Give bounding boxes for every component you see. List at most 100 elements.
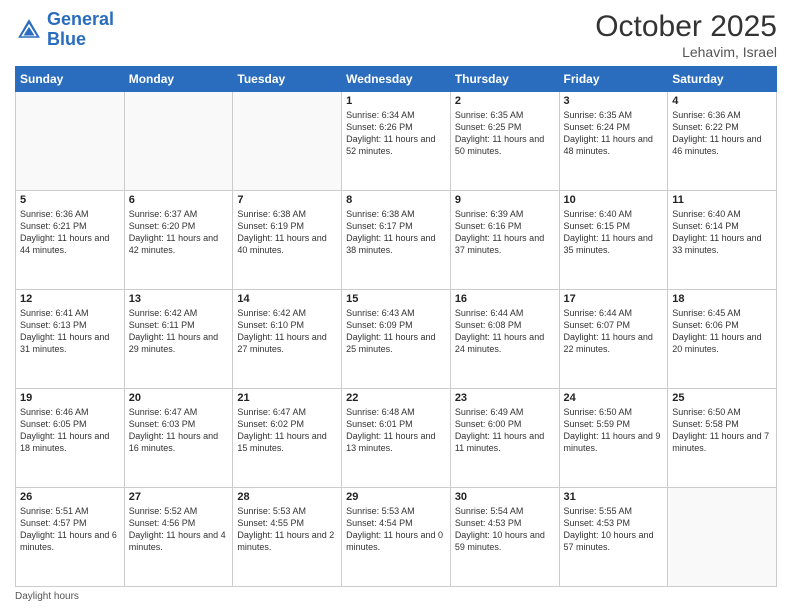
calendar-cell: 3 Sunrise: 6:35 AM Sunset: 6:24 PM Daylig…	[559, 92, 668, 191]
day-info: Sunrise: 5:52 AM Sunset: 4:56 PM Dayligh…	[129, 505, 229, 554]
day-number: 14	[237, 293, 337, 305]
weekday-header: Thursday	[450, 67, 559, 92]
month-title: October 2025	[595, 10, 777, 44]
calendar-cell: 23 Sunrise: 6:49 AM Sunset: 6:00 PM Dayli…	[450, 389, 559, 488]
day-number: 4	[672, 95, 772, 107]
day-number: 20	[129, 392, 229, 404]
location: Lehavim, Israel	[595, 44, 777, 60]
logo-general: General	[47, 9, 114, 29]
calendar-cell	[233, 92, 342, 191]
calendar-cell: 16Sunrise: 6:44 AM Sunset: 6:08 PM Dayli…	[450, 290, 559, 389]
day-number: 8	[346, 194, 446, 206]
weekday-header: Friday	[559, 67, 668, 92]
day-info: Sunrise: 6:47 AM Sunset: 6:03 PM Dayligh…	[129, 406, 229, 455]
calendar-cell: 7 Sunrise: 6:38 AM Sunset: 6:19 PM Daylig…	[233, 191, 342, 290]
calendar-cell	[16, 92, 125, 191]
header-row: SundayMondayTuesdayWednesdayThursdayFrid…	[16, 67, 777, 92]
day-info: Sunrise: 6:38 AM Sunset: 6:17 PM Dayligh…	[346, 208, 446, 257]
day-number: 31	[564, 491, 664, 503]
day-info: Sunrise: 6:36 AM Sunset: 6:22 PM Dayligh…	[672, 109, 772, 158]
calendar-week-row: 1Sunrise: 6:34 AM Sunset: 6:26 PM Daylig…	[16, 92, 777, 191]
logo-text: General Blue	[47, 10, 114, 50]
day-info: Sunrise: 6:42 AM Sunset: 6:10 PM Dayligh…	[237, 307, 337, 356]
day-number: 27	[129, 491, 229, 503]
calendar-cell	[124, 92, 233, 191]
weekday-header: Sunday	[16, 67, 125, 92]
calendar-cell: 4 Sunrise: 6:36 AM Sunset: 6:22 PM Daylig…	[668, 92, 777, 191]
calendar-cell: 30 Sunrise: 5:54 AM Sunset: 4:53 PM Dayli…	[450, 488, 559, 587]
day-info: Sunrise: 5:53 AM Sunset: 4:55 PM Dayligh…	[237, 505, 337, 554]
day-info: Sunrise: 6:47 AM Sunset: 6:02 PM Dayligh…	[237, 406, 337, 455]
calendar-week-row: 5 Sunrise: 6:36 AM Sunset: 6:21 PM Daylig…	[16, 191, 777, 290]
footer-note: Daylight hours	[15, 591, 777, 602]
day-number: 17	[564, 293, 664, 305]
day-number: 9	[455, 194, 555, 206]
day-info: Sunrise: 6:41 AM Sunset: 6:13 PM Dayligh…	[20, 307, 120, 356]
calendar-cell: 2 Sunrise: 6:35 AM Sunset: 6:25 PM Daylig…	[450, 92, 559, 191]
calendar-cell: 28 Sunrise: 5:53 AM Sunset: 4:55 PM Dayli…	[233, 488, 342, 587]
day-number: 5	[20, 194, 120, 206]
day-info: Sunrise: 5:54 AM Sunset: 4:53 PM Dayligh…	[455, 505, 555, 554]
day-number: 26	[20, 491, 120, 503]
day-info: Sunrise: 6:35 AM Sunset: 6:24 PM Dayligh…	[564, 109, 664, 158]
calendar-cell: 17 Sunrise: 6:44 AM Sunset: 6:07 PM Dayli…	[559, 290, 668, 389]
day-info: Sunrise: 5:55 AM Sunset: 4:53 PM Dayligh…	[564, 505, 664, 554]
logo: General Blue	[15, 10, 114, 50]
day-number: 21	[237, 392, 337, 404]
day-info: Sunrise: 6:49 AM Sunset: 6:00 PM Dayligh…	[455, 406, 555, 455]
day-info: Sunrise: 6:37 AM Sunset: 6:20 PM Dayligh…	[129, 208, 229, 257]
daylight-label: Daylight hours	[15, 591, 79, 602]
day-number: 6	[129, 194, 229, 206]
day-info: Sunrise: 6:35 AM Sunset: 6:25 PM Dayligh…	[455, 109, 555, 158]
calendar-week-row: 26 Sunrise: 5:51 AM Sunset: 4:57 PM Dayli…	[16, 488, 777, 587]
weekday-header: Monday	[124, 67, 233, 92]
day-info: Sunrise: 6:44 AM Sunset: 6:07 PM Dayligh…	[564, 307, 664, 356]
weekday-header: Tuesday	[233, 67, 342, 92]
day-number: 22	[346, 392, 446, 404]
day-number: 25	[672, 392, 772, 404]
day-info: Sunrise: 6:46 AM Sunset: 6:05 PM Dayligh…	[20, 406, 120, 455]
calendar-cell: 19Sunrise: 6:46 AM Sunset: 6:05 PM Dayli…	[16, 389, 125, 488]
day-number: 30	[455, 491, 555, 503]
day-number: 7	[237, 194, 337, 206]
calendar-cell: 21 Sunrise: 6:47 AM Sunset: 6:02 PM Dayli…	[233, 389, 342, 488]
day-number: 24	[564, 392, 664, 404]
day-info: Sunrise: 5:51 AM Sunset: 4:57 PM Dayligh…	[20, 505, 120, 554]
day-info: Sunrise: 5:53 AM Sunset: 4:54 PM Dayligh…	[346, 505, 446, 554]
day-info: Sunrise: 6:36 AM Sunset: 6:21 PM Dayligh…	[20, 208, 120, 257]
calendar-cell: 14 Sunrise: 6:42 AM Sunset: 6:10 PM Dayli…	[233, 290, 342, 389]
day-number: 15	[346, 293, 446, 305]
calendar-cell: 10Sunrise: 6:40 AM Sunset: 6:15 PM Dayli…	[559, 191, 668, 290]
day-info: Sunrise: 6:45 AM Sunset: 6:06 PM Dayligh…	[672, 307, 772, 356]
logo-icon	[15, 16, 43, 44]
weekday-header: Wednesday	[342, 67, 451, 92]
day-number: 2	[455, 95, 555, 107]
day-number: 10	[564, 194, 664, 206]
calendar-cell: 31 Sunrise: 5:55 AM Sunset: 4:53 PM Dayli…	[559, 488, 668, 587]
day-number: 16	[455, 293, 555, 305]
calendar-week-row: 12 Sunrise: 6:41 AM Sunset: 6:13 PM Dayli…	[16, 290, 777, 389]
day-number: 23	[455, 392, 555, 404]
day-number: 13	[129, 293, 229, 305]
weekday-header: Saturday	[668, 67, 777, 92]
day-info: Sunrise: 6:42 AM Sunset: 6:11 PM Dayligh…	[129, 307, 229, 356]
calendar-week-row: 19Sunrise: 6:46 AM Sunset: 6:05 PM Dayli…	[16, 389, 777, 488]
day-info: Sunrise: 6:43 AM Sunset: 6:09 PM Dayligh…	[346, 307, 446, 356]
header: General Blue October 2025 Lehavim, Israe…	[15, 10, 777, 60]
day-info: Sunrise: 6:50 AM Sunset: 5:58 PM Dayligh…	[672, 406, 772, 455]
calendar-cell: 25 Sunrise: 6:50 AM Sunset: 5:58 PM Dayli…	[668, 389, 777, 488]
page: General Blue October 2025 Lehavim, Israe…	[0, 0, 792, 612]
calendar-table: SundayMondayTuesdayWednesdayThursdayFrid…	[15, 66, 777, 587]
day-info: Sunrise: 6:39 AM Sunset: 6:16 PM Dayligh…	[455, 208, 555, 257]
day-info: Sunrise: 6:34 AM Sunset: 6:26 PM Dayligh…	[346, 109, 446, 158]
calendar-cell: 22Sunrise: 6:48 AM Sunset: 6:01 PM Dayli…	[342, 389, 451, 488]
calendar-cell: 29Sunrise: 5:53 AM Sunset: 4:54 PM Dayli…	[342, 488, 451, 587]
day-number: 28	[237, 491, 337, 503]
logo-blue: Blue	[47, 30, 114, 50]
day-info: Sunrise: 6:40 AM Sunset: 6:14 PM Dayligh…	[672, 208, 772, 257]
calendar-cell: 9 Sunrise: 6:39 AM Sunset: 6:16 PM Daylig…	[450, 191, 559, 290]
day-info: Sunrise: 6:38 AM Sunset: 6:19 PM Dayligh…	[237, 208, 337, 257]
calendar-cell: 26 Sunrise: 5:51 AM Sunset: 4:57 PM Dayli…	[16, 488, 125, 587]
day-number: 12	[20, 293, 120, 305]
day-number: 3	[564, 95, 664, 107]
